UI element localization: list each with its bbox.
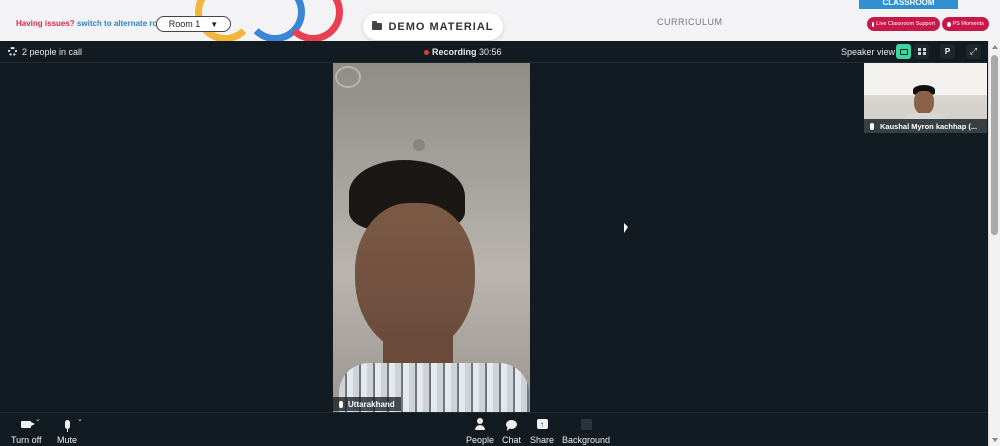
support-icon <box>872 21 875 27</box>
moments-icon <box>947 21 951 27</box>
call-header: 2 people in call Recording 30:56 Speaker… <box>0 41 988 63</box>
background-label: Background <box>562 435 611 445</box>
main-participant-name: Uttarakhand <box>348 399 395 409</box>
recording-label: Recording <box>432 47 477 57</box>
recording-time: 30:56 <box>479 47 502 57</box>
share-icon: ↑ <box>536 417 548 431</box>
mouse-cursor-icon <box>624 223 628 233</box>
people-button[interactable]: People <box>466 417 494 445</box>
camera-icon <box>21 417 36 431</box>
call-controls: Turn off ⌄ Mute ⌄ People Chat ↑ Share Ba… <box>0 412 988 446</box>
ceiling-lamp-shape <box>411 137 427 153</box>
speaker-view-icon <box>899 48 908 55</box>
gear-icon[interactable] <box>8 47 17 56</box>
top-bar: Having issues? switch to alternate room … <box>0 0 1000 42</box>
speaker-view-button[interactable] <box>896 44 911 59</box>
background-button[interactable]: Background <box>562 417 610 445</box>
thumb-participant-tag: Kaushal Myron kachhap (... <box>864 119 987 133</box>
folder-icon <box>372 21 383 30</box>
mute-label: Mute <box>57 435 78 445</box>
main-participant-tag: Uttarakhand <box>333 397 401 411</box>
curriculum-tab[interactable]: CURRICULUM <box>657 17 723 27</box>
recording-indicator: Recording 30:56 <box>424 47 502 57</box>
caret-down-icon: ▼ <box>210 19 219 29</box>
grid-view-button[interactable] <box>914 44 929 59</box>
room-select[interactable]: Room 1 ▼ <box>156 16 231 32</box>
room-select-value: Room 1 <box>168 19 201 29</box>
chat-button[interactable]: Chat <box>502 417 521 445</box>
share-button[interactable]: ↑ Share <box>530 417 554 445</box>
issues-notice: Having issues? switch to alternate room <box>16 19 169 28</box>
mute-button[interactable]: Mute <box>57 417 77 445</box>
main-video-feed <box>333 63 530 412</box>
mic-icon <box>339 400 343 408</box>
view-mode-label: Speaker view <box>841 47 896 57</box>
recording-dot-icon <box>424 50 429 56</box>
grid-icon <box>917 48 926 55</box>
mic-options-chevron-icon[interactable]: ⌄ <box>77 415 83 423</box>
microphone-icon <box>64 417 70 432</box>
fullscreen-button[interactable]: ⤢ <box>966 44 981 59</box>
share-label: Share <box>530 435 555 445</box>
thumb-face-shape <box>914 91 934 115</box>
camera-toggle-label: Turn off <box>11 435 42 445</box>
ps-moments-button[interactable]: PS Moments <box>942 17 989 31</box>
issues-text: Having issues? <box>16 19 75 28</box>
live-support-label: Live Classroom Support <box>876 21 935 27</box>
ps-moments-label: PS Moments <box>952 21 984 27</box>
thumb-participant-name: Kaushal Myron kachhap (... <box>880 121 978 131</box>
mic-icon <box>870 122 874 130</box>
p-button[interactable]: P <box>940 44 955 59</box>
live-support-button[interactable]: Live Classroom Support <box>867 17 940 31</box>
scroll-down-icon[interactable] <box>992 438 998 442</box>
camera-options-chevron-icon[interactable]: ⌄ <box>35 415 41 423</box>
scroll-up-icon[interactable] <box>992 45 998 49</box>
chat-icon <box>506 417 517 431</box>
call-window: 2 people in call Recording 30:56 Speaker… <box>0 41 988 446</box>
scroll-thumb[interactable] <box>991 55 998 235</box>
expand-icon: ⤢ <box>969 46 978 56</box>
background-icon <box>580 417 592 431</box>
people-label: People <box>466 435 495 445</box>
people-icon <box>475 417 486 431</box>
chat-label: Chat <box>502 435 522 445</box>
page-scrollbar[interactable] <box>988 41 1000 446</box>
ceiling-fan-shape <box>335 66 361 88</box>
demo-material-label: DEMO MATERIAL <box>388 20 494 33</box>
demo-material-button[interactable]: DEMO MATERIAL <box>363 13 503 40</box>
classroom-tab[interactable]: CLASSROOM <box>859 0 958 9</box>
people-count: 2 people in call <box>22 47 83 57</box>
